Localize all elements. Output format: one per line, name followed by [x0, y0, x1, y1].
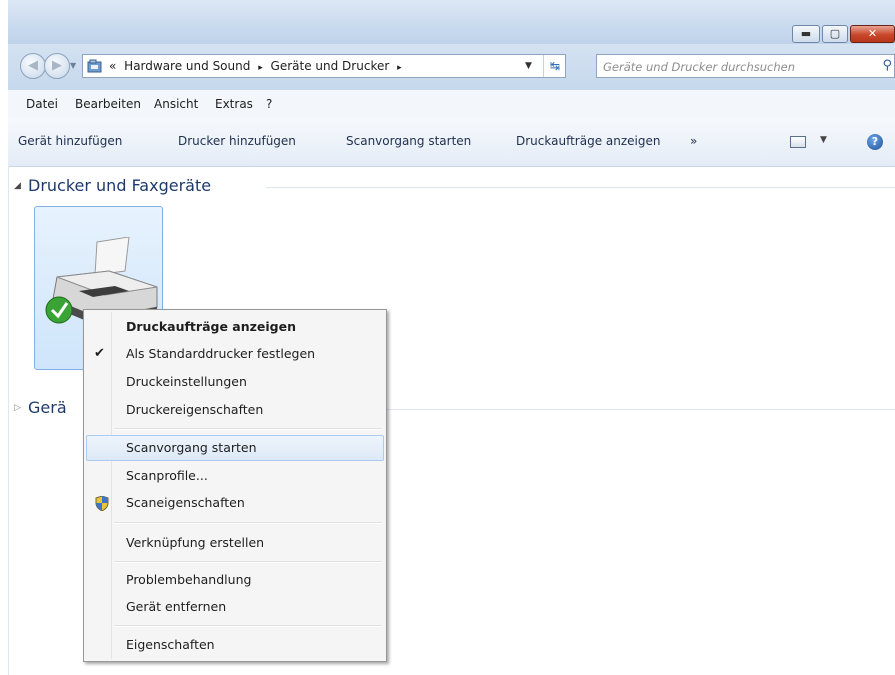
default-printer-check-icon	[45, 296, 73, 324]
refresh-icon[interactable]: ↹	[543, 55, 566, 77]
view-dropdown-icon[interactable]: ▼	[820, 135, 827, 145]
menu-item-printer-properties[interactable]: Druckereigenschaften	[86, 397, 384, 423]
menu-item-label: Problembehandlung	[126, 572, 252, 587]
menu-item-label: Verknüpfung erstellen	[126, 535, 265, 550]
change-view-icon[interactable]	[790, 136, 806, 148]
menu-item-label: Druckaufträge anzeigen	[126, 319, 296, 334]
add-device-button[interactable]: Gerät hinzufügen	[18, 134, 122, 148]
add-printer-button[interactable]: Drucker hinzufügen	[178, 134, 296, 148]
menu-bar: Datei Bearbeiten Ansicht Extras ?	[8, 90, 895, 119]
menu-item-label: Eigenschaften	[126, 637, 215, 652]
forward-button[interactable]: ▶	[44, 53, 70, 79]
menu-item-set-default-printer[interactable]: ✔ Als Standarddrucker festlegen	[86, 341, 384, 367]
menu-item-label: Scanprofile...	[126, 468, 208, 483]
menu-item-scan-properties[interactable]: Scaneigenschaften	[86, 490, 384, 516]
maximize-button[interactable]: ▢	[822, 25, 848, 43]
breadcrumb-geraete-und-drucker[interactable]: Geräte und Drucker	[271, 59, 390, 73]
maximize-icon: ▢	[829, 27, 841, 40]
printer-context-menu: Druckaufträge anzeigen ✔ Als Standarddru…	[83, 309, 387, 662]
search-box: ⚲	[596, 54, 895, 78]
menu-item-see-print-jobs[interactable]: Druckaufträge anzeigen	[86, 314, 384, 340]
group-separator-line	[266, 187, 895, 188]
menu-item-label: Scaneigenschaften	[126, 495, 245, 510]
menu-separator	[114, 522, 382, 524]
help-icon[interactable]: ?	[867, 134, 883, 150]
expand-arrow-icon[interactable]: ▷	[14, 403, 21, 413]
group-separator-line	[380, 409, 895, 410]
group-printers-and-faxes[interactable]: ◢ Drucker und Faxgeräte	[8, 176, 895, 200]
forward-arrow-icon: ▶	[52, 58, 62, 73]
control-panel-icon	[87, 59, 102, 73]
menu-separator	[114, 561, 382, 563]
menu-ansicht[interactable]: Ansicht	[154, 90, 198, 118]
menu-item-label: Gerät entfernen	[126, 599, 227, 614]
menu-item-scan-profiles[interactable]: Scanprofile...	[86, 463, 384, 489]
breadcrumb-overflow[interactable]: «	[109, 59, 116, 73]
menu-item-properties[interactable]: Eigenschaften	[86, 632, 384, 658]
close-button[interactable]: ✕	[850, 25, 895, 43]
menu-separator	[114, 428, 382, 430]
group-title-printers: Drucker und Faxgeräte	[28, 176, 212, 195]
breadcrumb-separator-icon[interactable]: ▸	[397, 63, 402, 73]
navigation-bar: ◀ ▶ ▼ « Hardware und Sound ▸ Geräte und …	[8, 44, 895, 90]
menu-item-create-shortcut[interactable]: Verknüpfung erstellen	[86, 530, 384, 556]
menu-item-label: Als Standarddrucker festlegen	[126, 346, 316, 361]
menu-item-remove-device[interactable]: Gerät entfernen	[86, 594, 384, 620]
menu-item-label: Druckeinstellungen	[126, 374, 247, 389]
checkmark-icon: ✔	[94, 346, 105, 361]
title-bar: ▬ ▢ ✕	[8, 0, 895, 44]
group-title-devices: Gerä	[28, 398, 67, 417]
menu-bearbeiten[interactable]: Bearbeiten	[75, 90, 141, 118]
menu-item-label: Scanvorgang starten	[126, 440, 257, 455]
address-bar[interactable]: « Hardware und Sound ▸ Geräte und Drucke…	[82, 54, 566, 78]
back-button[interactable]: ◀	[20, 53, 46, 79]
devices-and-printers-window: ▬ ▢ ✕ ◀ ▶ ▼ « Hardware und Sound ▸ Gerät…	[8, 0, 895, 675]
menu-separator	[114, 625, 382, 627]
start-scan-button[interactable]: Scanvorgang starten	[346, 134, 471, 148]
search-input[interactable]	[601, 57, 865, 77]
recent-pages-dropdown-icon[interactable]: ▼	[70, 61, 76, 70]
minimize-icon: ▬	[800, 27, 812, 40]
search-icon[interactable]: ⚲	[882, 58, 892, 73]
breadcrumb-hardware-und-sound[interactable]: Hardware und Sound	[124, 59, 250, 73]
minimize-button[interactable]: ▬	[792, 25, 820, 43]
command-bar: Gerät hinzufügen Drucker hinzufügen Scan…	[8, 118, 895, 167]
back-arrow-icon: ◀	[28, 58, 38, 73]
menu-item-start-scan[interactable]: Scanvorgang starten	[86, 435, 384, 461]
close-icon: ✕	[867, 27, 878, 40]
address-history-dropdown-icon[interactable]: ▼	[525, 55, 532, 77]
breadcrumb-separator-icon[interactable]: ▸	[258, 63, 263, 73]
menu-item-troubleshoot[interactable]: Problembehandlung	[86, 567, 384, 593]
menu-extras[interactable]: Extras	[215, 90, 253, 118]
menu-help[interactable]: ?	[266, 90, 272, 118]
menu-item-printing-preferences[interactable]: Druckeinstellungen	[86, 369, 384, 395]
see-print-jobs-button[interactable]: Druckaufträge anzeigen	[516, 134, 660, 148]
uac-shield-icon	[95, 496, 109, 511]
menu-datei[interactable]: Datei	[26, 90, 58, 118]
collapse-arrow-icon[interactable]: ◢	[14, 181, 21, 191]
more-commands-button[interactable]: »	[690, 134, 697, 148]
menu-item-label: Druckereigenschaften	[126, 402, 264, 417]
